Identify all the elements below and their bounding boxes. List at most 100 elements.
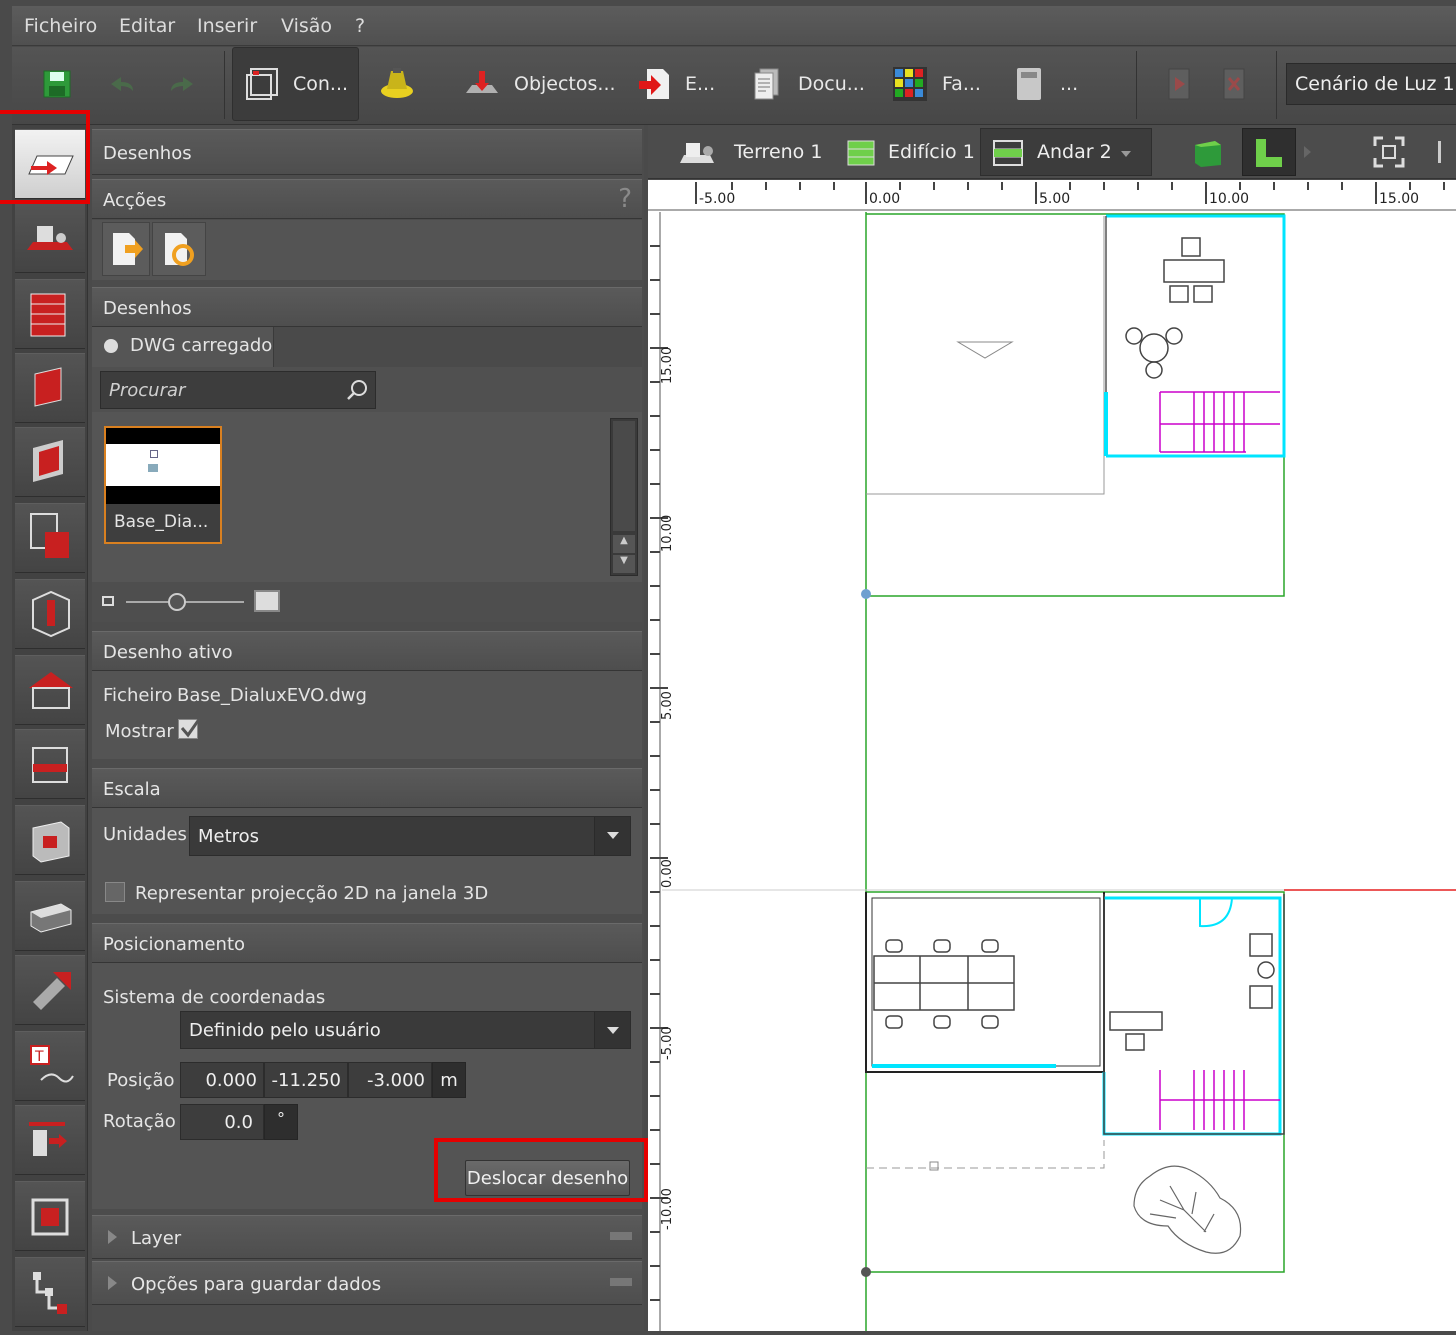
- projection-checkbox[interactable]: [105, 882, 125, 902]
- luminaire-icon: [32, 821, 70, 863]
- drawing-import-icon: [28, 155, 74, 175]
- search-input[interactable]: Procurar: [100, 371, 376, 409]
- play-icon[interactable]: [1167, 47, 1191, 121]
- calculation-mode-button[interactable]: [15, 1257, 85, 1327]
- menu-ficheiro[interactable]: Ficheiro: [24, 15, 97, 37]
- actions-body: [92, 220, 642, 280]
- construction-icon: [246, 68, 278, 100]
- menu-editar[interactable]: Editar: [119, 15, 175, 37]
- luminaire-mode-button[interactable]: [15, 805, 85, 875]
- tab-terrain[interactable]: Terreno 1: [678, 128, 822, 176]
- terrain-mode-button[interactable]: [15, 203, 85, 273]
- calculator-button[interactable]: ...: [1014, 47, 1078, 121]
- scroll-up-icon[interactable]: ▲: [613, 535, 635, 553]
- units-select[interactable]: Metros: [189, 816, 631, 856]
- cutout-mode-button[interactable]: [15, 503, 85, 573]
- building-green-icon: [847, 140, 875, 166]
- light-icon[interactable]: [377, 47, 417, 121]
- expand-arrow-icon: [108, 1276, 117, 1290]
- reload-drawing-button[interactable]: [152, 222, 206, 276]
- menu-help[interactable]: ?: [355, 15, 365, 37]
- drawing-thumbnail[interactable]: Base_Dia...: [104, 426, 222, 544]
- ceiling-mode-button[interactable]: [15, 881, 85, 951]
- position-y-input[interactable]: -11.250: [264, 1062, 348, 1098]
- ruler-x-label: 15.00: [1379, 191, 1419, 207]
- rotation-input[interactable]: 0.0: [180, 1104, 264, 1140]
- view-3d-button[interactable]: [1186, 128, 1230, 176]
- column-icon: [32, 590, 70, 638]
- column-mode-button[interactable]: [15, 579, 85, 649]
- building-icon: [30, 293, 66, 337]
- pin-icon[interactable]: [610, 1278, 632, 1286]
- wall-icon: [34, 367, 62, 407]
- zoom-extents-button[interactable]: [1364, 128, 1414, 176]
- label-mode-button[interactable]: T: [15, 1031, 85, 1101]
- search-icon: [347, 380, 367, 400]
- opening-icon: [33, 440, 63, 482]
- roof-mode-button[interactable]: [15, 655, 85, 725]
- pin-icon[interactable]: [610, 1232, 632, 1240]
- floor-mode-button[interactable]: [15, 729, 85, 799]
- svg-text:T: T: [34, 1049, 44, 1065]
- view-mode-button[interactable]: [15, 1181, 85, 1251]
- actions-header: Acções ?: [92, 179, 642, 219]
- drawings-mode-button[interactable]: [15, 129, 85, 199]
- scale-header: Escala: [92, 768, 642, 808]
- coordinate-system-select[interactable]: Definido pelo usuário: [180, 1011, 631, 1049]
- scroll-down-icon[interactable]: ▼: [613, 555, 635, 573]
- room-mode-button[interactable]: [15, 353, 85, 423]
- panel-title: Desenhos: [92, 129, 642, 175]
- facade-icon: [893, 67, 927, 101]
- zoom-fit-icon: [1373, 136, 1405, 168]
- ruler-y-label: 5.00: [660, 691, 675, 720]
- section-icon: [29, 1122, 67, 1156]
- stop-icon[interactable]: [1222, 47, 1246, 121]
- redo-icon[interactable]: [167, 47, 197, 121]
- floor-stack-icon: [993, 140, 1023, 166]
- positioning-body: Sistema de coordenadas Definido pelo usu…: [92, 963, 642, 1209]
- ruler-y-label: 0.00: [660, 859, 675, 888]
- more-tools-icon[interactable]: [1438, 128, 1448, 176]
- show-checkbox[interactable]: [178, 717, 202, 739]
- radio-dot-icon: [104, 339, 118, 353]
- list-scrollbar[interactable]: ▲ ▼: [610, 418, 638, 576]
- save-icon[interactable]: [42, 47, 72, 121]
- import-drawing-button[interactable]: [102, 222, 150, 276]
- undo-icon[interactable]: [107, 47, 137, 121]
- cutout-icon: [30, 513, 69, 558]
- scale-body: Unidades Metros Representar projecção 2D…: [92, 808, 642, 914]
- slider-handle[interactable]: [168, 593, 186, 611]
- export-button[interactable]: E...: [637, 47, 715, 121]
- drawings-panel: Desenhos Acções ? Desenhos DWG carregado…: [92, 125, 644, 1331]
- material-mode-button[interactable]: [15, 955, 85, 1025]
- mode-sidebar: T: [12, 125, 88, 1331]
- objects-button[interactable]: Objectos...: [464, 47, 616, 121]
- help-icon[interactable]: ?: [618, 184, 632, 214]
- ruler-y-label: -5.00: [660, 1026, 675, 1060]
- layer-header[interactable]: Layer: [92, 1215, 642, 1259]
- construction-tab[interactable]: Con...: [232, 47, 359, 121]
- view-2d-button[interactable]: [1242, 128, 1296, 176]
- tab-dwg-loaded[interactable]: DWG carregado: [92, 327, 274, 367]
- move-drawing-button[interactable]: Deslocar desenho: [465, 1160, 630, 1196]
- tab-building[interactable]: Edifício 1: [844, 128, 975, 176]
- scroll-right-icon[interactable]: [1304, 128, 1311, 176]
- menu-inserir[interactable]: Inserir: [197, 15, 257, 37]
- facade-button[interactable]: Fa...: [892, 47, 981, 121]
- material-icon: [33, 972, 71, 1010]
- section-mode-button[interactable]: [15, 1105, 85, 1175]
- documentation-button[interactable]: Docu...: [752, 47, 865, 121]
- position-z-input[interactable]: -3.000: [348, 1062, 432, 1098]
- light-scene-select[interactable]: Cenário de Luz 1: [1286, 63, 1456, 105]
- building-mode-button[interactable]: [15, 279, 85, 349]
- plan-canvas[interactable]: -5.00 0.00 5.00 10.00 15.00 15.00 10.00 …: [648, 180, 1456, 1331]
- save-options-header[interactable]: Opções para guardar dados: [92, 1261, 642, 1305]
- menu-visao[interactable]: Visão: [281, 15, 332, 37]
- plan-2d-icon: [1256, 139, 1282, 167]
- checkmark-icon: [180, 717, 202, 738]
- drawings-header: Desenhos: [92, 287, 642, 327]
- floor-icon: [32, 747, 68, 783]
- position-x-input[interactable]: 0.000: [180, 1062, 264, 1098]
- opening-mode-button[interactable]: [15, 427, 85, 497]
- tab-floor-select[interactable]: Andar 2: [980, 128, 1152, 176]
